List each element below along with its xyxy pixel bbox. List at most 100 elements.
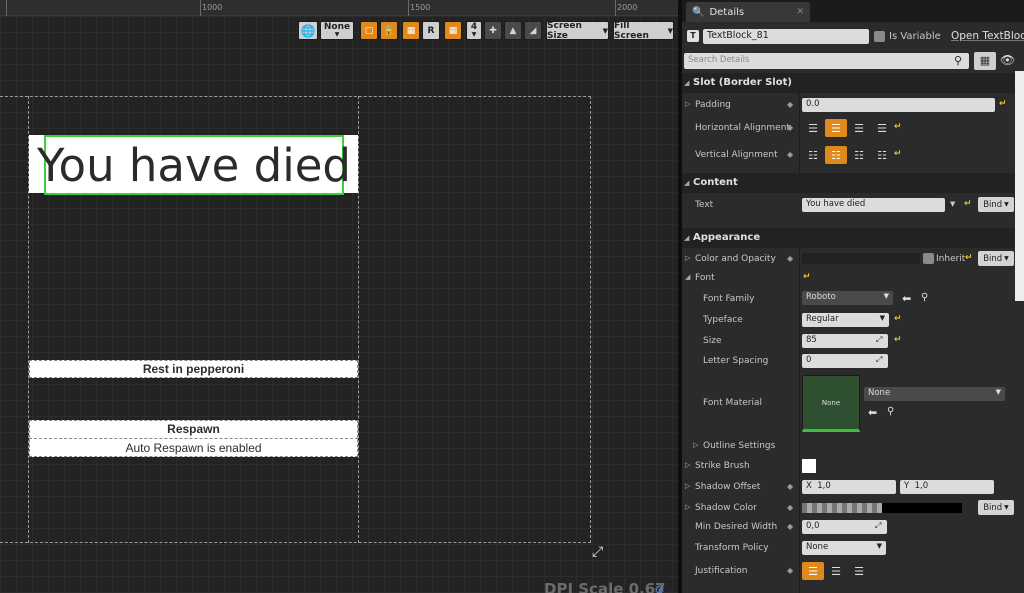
open-textblock-link[interactable]: Open TextBlock <box>951 30 1024 42</box>
font-family-dropdown[interactable]: Roboto ▼ <box>802 291 893 305</box>
browse-icon[interactable]: ⚲ <box>921 292 928 303</box>
eye-icon[interactable]: 👁 <box>1000 53 1015 67</box>
category-appearance[interactable]: ◢ Appearance <box>682 228 1024 248</box>
reset-icon[interactable]: ↵ <box>999 99 1007 109</box>
align-center-icon[interactable]: ☰ <box>825 119 847 137</box>
keyframe-icon[interactable]: ◆ <box>787 100 793 109</box>
text-input[interactable]: You have died <box>802 198 945 212</box>
reset-icon[interactable]: ↵ <box>894 122 902 132</box>
search-details-input[interactable]: Search Details <box>684 53 969 69</box>
justify-center-icon[interactable]: ☰ <box>825 562 847 580</box>
keyframe-icon[interactable]: ◆ <box>787 503 793 512</box>
font-material-label: Font Material <box>703 398 763 408</box>
expand-arrow-icon[interactable]: ▷ <box>685 482 690 490</box>
respect-locks-icon[interactable]: ▦ <box>402 21 420 40</box>
align-bottom-icon[interactable]: ☷ <box>848 146 870 164</box>
title-text-block[interactable]: You have died <box>37 135 351 195</box>
align-top-icon[interactable]: ☷ <box>802 146 824 164</box>
reset-icon[interactable]: ↵ <box>965 253 973 263</box>
category-content[interactable]: ◢ Content <box>682 173 1024 193</box>
color-swatch[interactable] <box>802 253 920 264</box>
font-material-dropdown[interactable]: None ▼ <box>864 387 1005 401</box>
category-slot[interactable]: ◢ Slot (Border Slot) <box>682 73 1024 93</box>
inherit-checkbox[interactable] <box>923 253 934 264</box>
shadow-color-swatch[interactable] <box>882 503 962 513</box>
chevron-down-icon[interactable]: ▼ <box>950 200 955 208</box>
fill-screen-dropdown[interactable]: Fill Screen ▼ <box>613 21 674 41</box>
lock-icon[interactable]: 🔒 <box>380 21 398 40</box>
justify-right-icon[interactable]: ☰ <box>848 562 870 580</box>
subtitle-text[interactable]: Rest in pepperoni <box>29 362 358 376</box>
strike-brush-swatch[interactable] <box>802 459 816 473</box>
spin-icon[interactable]: ⤢ <box>875 521 881 531</box>
chevron-down-icon: ▼ <box>883 292 889 300</box>
reset-icon[interactable]: ↵ <box>964 199 972 209</box>
padding-input[interactable]: 0.0 <box>802 98 995 112</box>
resize-handle-icon[interactable]: ⤢ <box>592 544 603 560</box>
is-variable-checkbox[interactable] <box>874 31 885 42</box>
min-width-row: Min Desired Width ◆ 0,0 ⤢ <box>682 517 1024 537</box>
details-panel: 🔍 Details ✕ T TextBlock_81 Is Variable O… <box>682 0 1024 593</box>
chevron-down-icon: ▼ <box>995 388 1001 396</box>
align-middle-icon[interactable]: ☷ <box>825 146 847 164</box>
widget-name-input[interactable]: TextBlock_81 <box>703 29 869 44</box>
grid-snap-icon[interactable]: ▦ <box>444 21 462 40</box>
expand-arrow-icon[interactable]: ▷ <box>685 461 690 469</box>
image-icon[interactable]: ▲ <box>504 21 522 40</box>
shadow-offset-y-input[interactable]: Y 1,0 <box>900 480 994 494</box>
align-vfill-icon[interactable]: ☷ <box>871 146 893 164</box>
r-button[interactable]: R <box>422 21 440 40</box>
gear-icon[interactable]: ⚙ <box>654 583 665 593</box>
details-scrollbar[interactable] <box>1015 71 1024 301</box>
auto-respawn-text[interactable]: Auto Respawn is enabled <box>29 441 358 455</box>
align-right-icon[interactable]: ☰ <box>848 119 870 137</box>
keyframe-icon[interactable]: ◆ <box>787 522 793 531</box>
reset-icon[interactable]: ↵ <box>803 272 811 282</box>
keyframe-icon[interactable]: ◆ <box>787 566 793 575</box>
use-selected-arrow-icon[interactable]: ⬅ <box>868 406 877 419</box>
locale-dropdown[interactable]: None ▼ <box>320 21 354 40</box>
keyframe-icon[interactable]: ◆ <box>787 482 793 491</box>
reset-icon[interactable]: ↵ <box>894 149 902 159</box>
shadow-offset-x-input[interactable]: X 1,0 <box>802 480 896 494</box>
globe-icon[interactable]: 🌐 <box>298 21 318 40</box>
shadow-color-swatch-alpha[interactable] <box>802 503 882 513</box>
designer-canvas[interactable]: 1000 1500 2000 🌐 None ▼ ▢ 🔒 ▦ R ▦ 4 ▼ ✚ … <box>0 0 678 593</box>
align-fill-icon[interactable]: ☰ <box>871 119 893 137</box>
split-icon[interactable]: ◢ <box>524 21 542 40</box>
screen-size-dropdown[interactable]: Screen Size ▼ <box>546 21 609 41</box>
shadow-bind-button[interactable]: Bind ▼ <box>978 500 1014 515</box>
keyframe-icon[interactable]: ◆ <box>787 123 793 132</box>
expand-arrow-icon[interactable]: ▷ <box>685 100 690 108</box>
keyframe-icon[interactable]: ◆ <box>787 254 793 263</box>
grid-size-dropdown[interactable]: 4 ▼ <box>466 21 482 40</box>
text-bind-button[interactable]: Bind ▼ <box>978 197 1014 212</box>
reset-icon[interactable]: ↵ <box>894 335 902 345</box>
expand-arrow-icon[interactable]: ▷ <box>693 441 698 449</box>
font-material-thumbnail[interactable]: None <box>802 375 860 432</box>
close-icon[interactable]: ✕ <box>796 7 804 17</box>
keyframe-icon[interactable]: ◆ <box>787 150 793 159</box>
justify-left-icon[interactable]: ☰ <box>802 562 824 580</box>
align-left-icon[interactable]: ☰ <box>802 119 824 137</box>
collapse-arrow-icon[interactable]: ◢ <box>685 273 690 281</box>
use-selected-arrow-icon[interactable]: ⬅ <box>902 292 911 305</box>
transform-policy-row: Transform Policy None ▼ <box>682 538 1024 558</box>
reset-icon[interactable]: ↵ <box>894 314 902 324</box>
valign-label: Vertical Alignment <box>695 150 778 160</box>
expand-arrow-icon[interactable]: ▷ <box>685 254 690 262</box>
typeface-dropdown[interactable]: Regular ▼ <box>802 313 889 327</box>
property-matrix-icon[interactable]: ▦ <box>974 52 996 70</box>
ruler-tick <box>200 0 201 16</box>
spin-icon[interactable]: ⤢ <box>876 335 882 345</box>
expand-arrow-icon[interactable]: ▷ <box>685 503 690 511</box>
transform-policy-dropdown[interactable]: None ▼ <box>802 541 886 555</box>
tab-details[interactable]: 🔍 Details ✕ <box>686 2 810 22</box>
browse-icon[interactable]: ⚲ <box>887 406 894 417</box>
respawn-text[interactable]: Respawn <box>29 422 358 436</box>
spin-icon[interactable]: ⤢ <box>876 355 882 365</box>
transform-icon[interactable]: ✚ <box>484 21 502 40</box>
frame-icon[interactable]: ▢ <box>360 21 378 40</box>
color-bind-button[interactable]: Bind ▼ <box>978 251 1014 266</box>
search-icon: ⚲ <box>954 54 963 67</box>
